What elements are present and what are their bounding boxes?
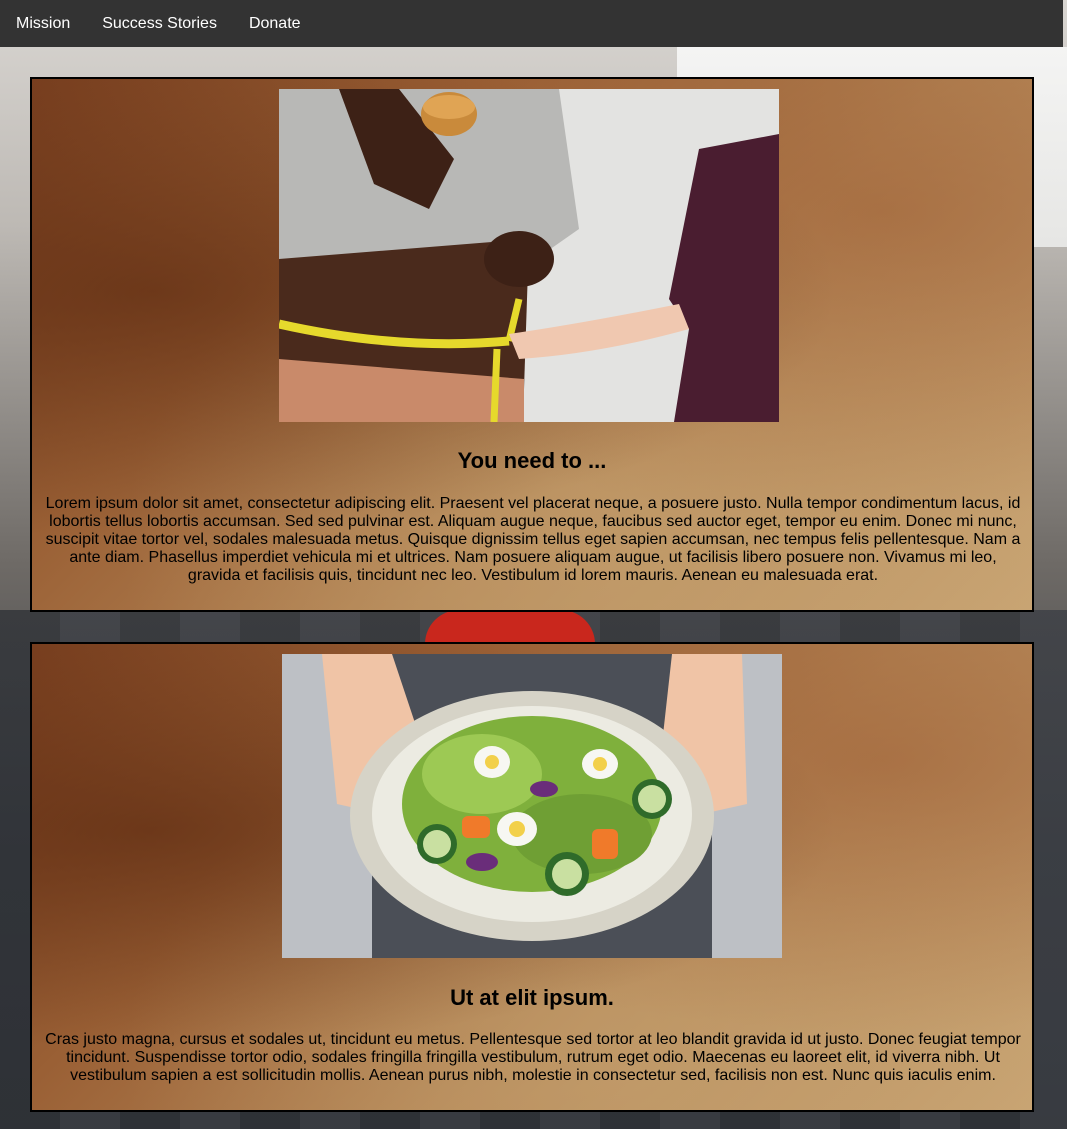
nav-link-donate[interactable]: Donate (233, 0, 317, 47)
card-body-text: Cras justo magna, cursus et sodales ut, … (45, 1031, 1021, 1084)
content-card-weight: You need to ... Lorem ipsum dolor sit am… (30, 77, 1034, 612)
top-nav-bar: Mission Success Stories Donate (0, 0, 1063, 47)
nav-link-mission[interactable]: Mission (0, 0, 86, 47)
card-body-text: Lorem ipsum dolor sit amet, consectetur … (45, 495, 1021, 584)
salad-plate-photo (282, 654, 782, 958)
nav-link-success-stories[interactable]: Success Stories (86, 0, 233, 47)
card-title: Ut at elit ipsum. (450, 985, 614, 1010)
content-card-salad: Ut at elit ipsum. Cras justo magna, curs… (30, 642, 1034, 1112)
background-person (425, 610, 595, 644)
card-title: You need to ... (457, 448, 607, 473)
tape-measure-photo (279, 89, 779, 422)
